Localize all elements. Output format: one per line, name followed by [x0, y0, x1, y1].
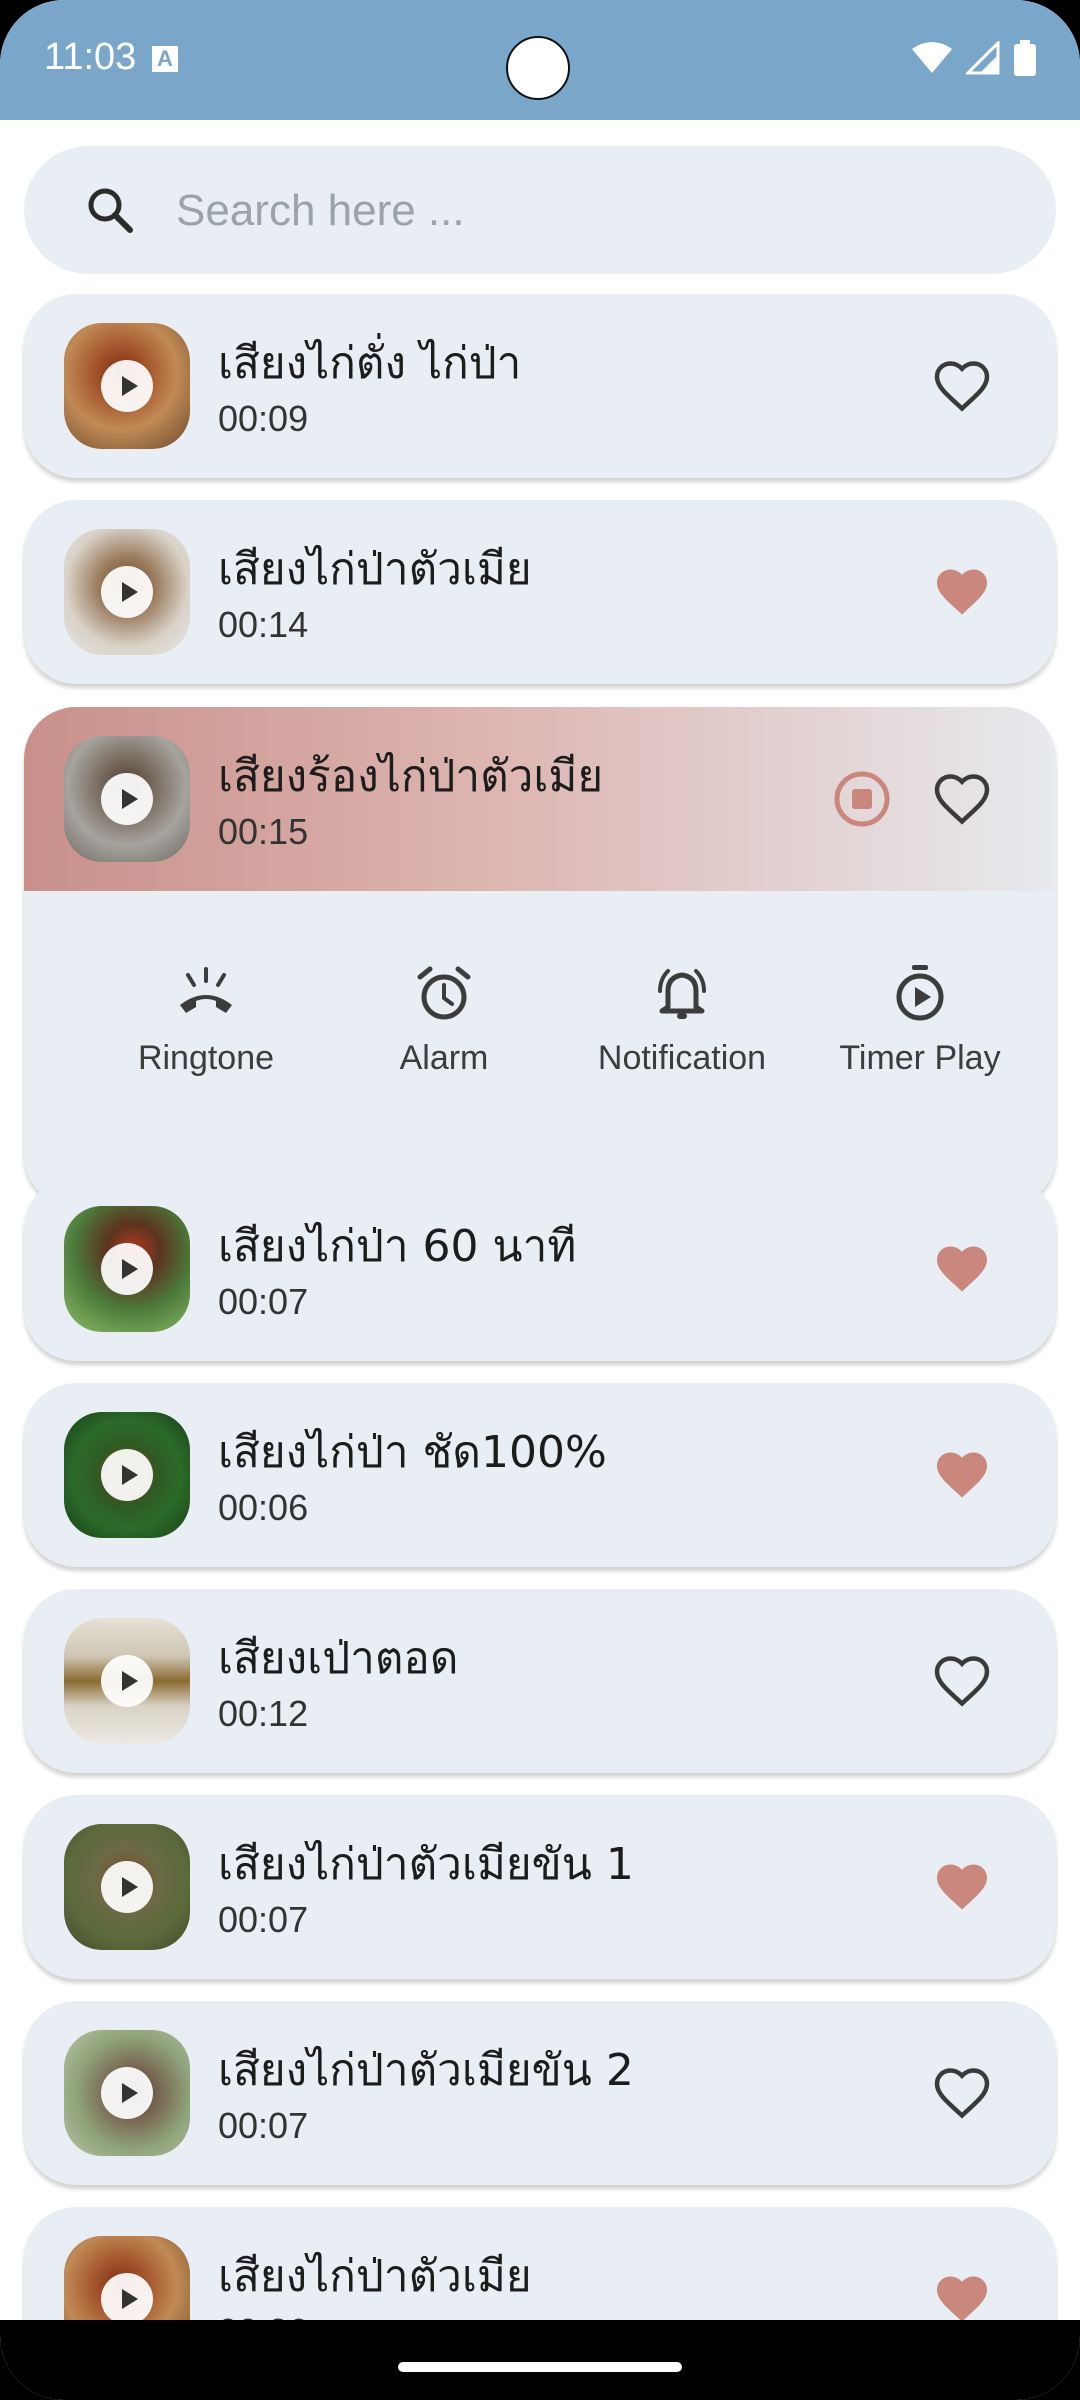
- list-item-header[interactable]: เสียงร้องไก่ป่าตัวเมีย 00:15: [24, 707, 1056, 891]
- favorite-heart-filled-icon[interactable]: [932, 1239, 992, 1299]
- search-input[interactable]: [174, 170, 1018, 252]
- app-screen: 11:03 A เสียงไก่ตั่ง ไก่ป่า 00:09: [0, 0, 1080, 2400]
- sound-thumbnail[interactable]: [64, 1824, 190, 1950]
- navigation-bar: [0, 2320, 1080, 2400]
- list-item-expanded[interactable]: เสียงร้องไก่ป่าตัวเมีย 00:15 Ringtone Al…: [24, 707, 1056, 1207]
- sound-title: เสียงไก่ตั่ง ไก่ป่า: [218, 338, 522, 389]
- home-gesture-handle[interactable]: [398, 2362, 682, 2372]
- stop-icon[interactable]: [832, 769, 892, 829]
- list-item-header[interactable]: เสียงไก่ป่า 60 นาที 00:07: [24, 1177, 1056, 1361]
- sound-thumbnail[interactable]: [64, 323, 190, 449]
- sound-duration: 00:09: [218, 398, 309, 439]
- sound-thumbnail[interactable]: [64, 1618, 190, 1744]
- timer-play-button[interactable]: Timer Play: [800, 961, 1040, 1078]
- sound-duration: 00:07: [218, 1281, 309, 1322]
- sound-duration: 00:07: [218, 2105, 309, 2146]
- list-item-header[interactable]: เสียงไก่ป่าตัวเมีย 00:14: [24, 500, 1056, 684]
- sound-title: เสียงเป่าตอด: [218, 1633, 459, 1684]
- status-bar: 11:03 A: [0, 0, 1080, 120]
- bell-ringing-icon: [658, 969, 706, 1019]
- favorite-heart-icon[interactable]: [932, 2063, 992, 2123]
- alarm-clock-icon: [417, 966, 471, 1020]
- play-icon[interactable]: [101, 566, 153, 618]
- sound-duration: 00:06: [218, 1487, 309, 1528]
- alarm-button[interactable]: Alarm: [324, 961, 564, 1078]
- ringtone-button[interactable]: Ringtone: [86, 961, 326, 1078]
- action-label: Ringtone: [137, 1039, 275, 1077]
- action-label: Timer Play: [839, 1039, 1001, 1077]
- sound-title: เสียงไก่ป่าตัวเมีย: [218, 2251, 532, 2302]
- play-icon[interactable]: [101, 2067, 153, 2119]
- sound-thumbnail[interactable]: [64, 1412, 190, 1538]
- sound-actions: Ringtone Alarm Notification Timer Play: [24, 891, 1056, 1207]
- camera-cutout: [506, 36, 570, 100]
- battery-icon: [1014, 40, 1036, 76]
- sound-duration: 00:12: [218, 1693, 309, 1734]
- wifi-icon: [912, 42, 952, 73]
- sound-thumbnail[interactable]: [64, 736, 190, 862]
- sound-thumbnail[interactable]: [64, 1206, 190, 1332]
- sound-title: เสียงร้องไก่ป่าตัวเมีย: [218, 751, 604, 802]
- sound-title: เสียงไก่ป่าตัวเมียขัน 1: [218, 1839, 634, 1890]
- sound-title: เสียงไก่ป่าตัวเมีย: [218, 544, 532, 595]
- action-label: Alarm: [399, 1039, 489, 1077]
- status-icons: [912, 40, 1036, 76]
- play-icon[interactable]: [101, 360, 153, 412]
- list-item[interactable]: เสียงไก่ป่าตัวเมียขัน 2 00:07: [24, 2001, 1056, 2185]
- play-icon[interactable]: [101, 773, 153, 825]
- list-item[interactable]: เสียงไก่ป่าตัวเมียขัน 1 00:07: [24, 1795, 1056, 1979]
- action-label: Notification: [597, 1039, 767, 1077]
- list-item-header[interactable]: เสียงเป่าตอด 00:12: [24, 1589, 1056, 1773]
- play-icon[interactable]: [101, 1861, 153, 1913]
- play-icon[interactable]: [101, 1243, 153, 1295]
- signal-icon: [966, 41, 1000, 75]
- list-item[interactable]: เสียงไก่ตั่ง ไก่ป่า 00:09: [24, 294, 1056, 478]
- sound-thumbnail[interactable]: [64, 2030, 190, 2156]
- sound-duration: 00:07: [218, 1899, 309, 1940]
- list-item-header[interactable]: เสียงไก่ตั่ง ไก่ป่า 00:09: [24, 294, 1056, 478]
- favorite-heart-icon[interactable]: [932, 356, 992, 416]
- list-item-header[interactable]: เสียงไก่ป่าตัวเมียขัน 2 00:07: [24, 2001, 1056, 2185]
- search-icon[interactable]: [84, 184, 136, 236]
- notification-button[interactable]: Notification: [562, 961, 802, 1078]
- sound-duration: 00:14: [218, 604, 309, 645]
- list-item-header[interactable]: เสียงไก่ป่า ชัด100% 00:06: [24, 1383, 1056, 1567]
- sound-title: เสียงไก่ป่า 60 นาที: [218, 1221, 577, 1272]
- sound-duration: 00:15: [218, 811, 309, 852]
- play-icon[interactable]: [101, 1655, 153, 1707]
- sound-title: เสียงไก่ป่าตัวเมียขัน 2: [218, 2045, 634, 2096]
- phone-ringing-icon: [180, 967, 232, 1013]
- play-icon[interactable]: [101, 2273, 153, 2325]
- status-time: 11:03: [44, 36, 137, 78]
- favorite-heart-filled-icon[interactable]: [932, 1445, 992, 1505]
- favorite-heart-filled-icon[interactable]: [932, 1857, 992, 1917]
- sound-thumbnail[interactable]: [64, 529, 190, 655]
- list-item[interactable]: เสียงเป่าตอด 00:12: [24, 1589, 1056, 1773]
- list-item[interactable]: เสียงไก่ป่า 60 นาที 00:07: [24, 1177, 1056, 1361]
- timer-play-icon: [896, 965, 944, 1021]
- list-item[interactable]: เสียงไก่ป่าตัวเมีย 00:14: [24, 500, 1056, 684]
- favorite-heart-filled-icon[interactable]: [932, 562, 992, 622]
- favorite-heart-icon[interactable]: [932, 769, 992, 829]
- play-icon[interactable]: [101, 1449, 153, 1501]
- a-letter-icon: A: [152, 46, 178, 72]
- list-item-header[interactable]: เสียงไก่ป่าตัวเมียขัน 1 00:07: [24, 1795, 1056, 1979]
- search-bar[interactable]: [24, 146, 1056, 274]
- list-item[interactable]: เสียงไก่ป่า ชัด100% 00:06: [24, 1383, 1056, 1567]
- favorite-heart-icon[interactable]: [932, 1651, 992, 1711]
- sound-title: เสียงไก่ป่า ชัด100%: [218, 1427, 607, 1478]
